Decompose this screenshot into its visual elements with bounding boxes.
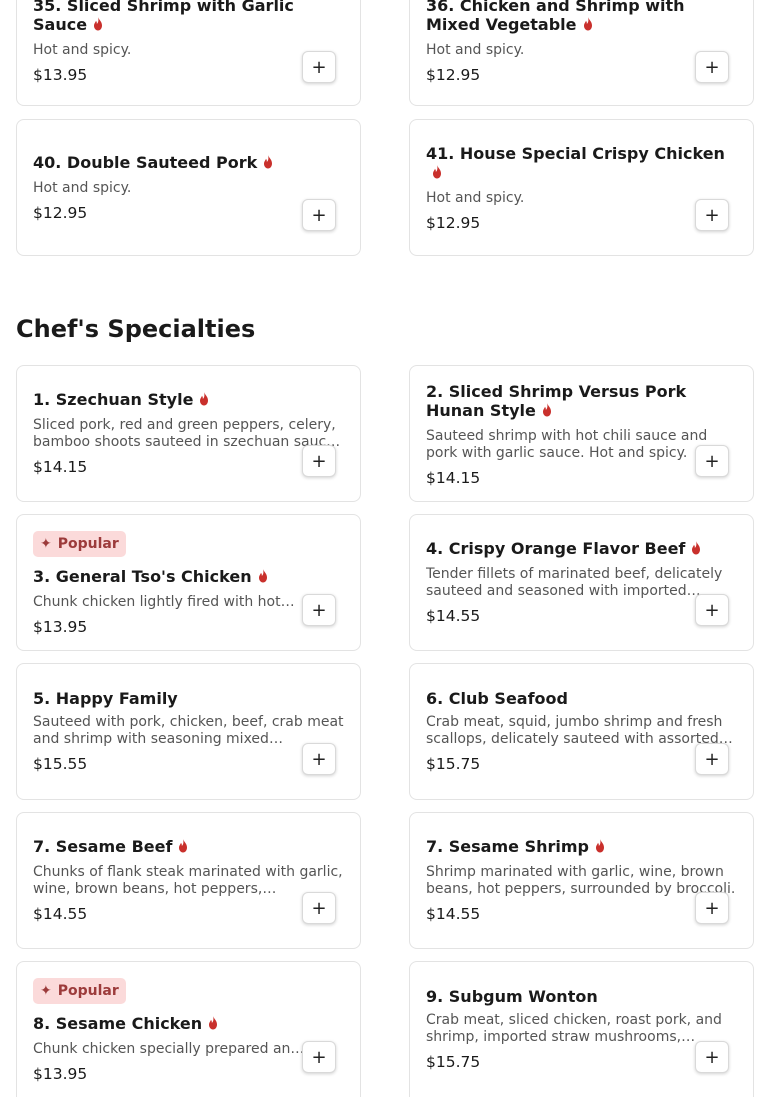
add-to-cart-button[interactable]: +: [302, 743, 336, 775]
popular-badge: ✦ Popular: [33, 531, 126, 557]
menu-item-description: Hot and spicy.: [33, 42, 132, 58]
menu-item-price: $12.95: [33, 204, 88, 222]
menu-item-card[interactable]: ✦ Popular 3. General Tso's Chicken Chunk …: [16, 514, 361, 651]
menu-item-description: Sliced pork, red and green peppers, cele…: [33, 417, 340, 450]
menu-item-card[interactable]: 6. Club Seafood Crab meat, squid, jumbo …: [409, 663, 754, 800]
menu-item-card[interactable]: 9. Subgum Wonton Crab meat, sliced chick…: [409, 961, 754, 1097]
menu-item-card[interactable]: 7. Sesame Beef Chunks of flank steak mar…: [16, 812, 361, 949]
spicy-icon: [595, 839, 604, 853]
menu-item-card[interactable]: 2. Sliced Shrimp Versus Pork Hunan Style…: [409, 365, 754, 502]
add-to-cart-button[interactable]: +: [695, 892, 729, 924]
menu-item-description: Hot and spicy.: [426, 190, 525, 206]
menu-item-description: Crab meat, sliced chicken, roast pork, a…: [426, 1012, 722, 1045]
menu-item-price: $13.95: [33, 618, 88, 636]
menu-item-price: $12.95: [426, 66, 481, 84]
menu-item-title: 4. Crispy Orange Flavor Beef: [426, 539, 737, 558]
menu-item-price: $14.55: [426, 607, 481, 625]
menu-item-title: 5. Happy Family: [33, 689, 178, 708]
menu-item-title: 36. Chicken and Shrimp with Mixed Vegeta…: [426, 0, 685, 34]
menu-item-price: $14.15: [426, 469, 481, 487]
menu-item-title: 8. Sesame Chicken: [33, 1014, 344, 1033]
spicy-icon: [433, 165, 441, 179]
menu-item-price: $13.95: [33, 1065, 88, 1083]
menu-item-title: 35. Sliced Shrimp with Garlic Sauce: [33, 0, 294, 34]
menu-item-card[interactable]: 4. Crispy Orange Flavor Beef Tender fill…: [409, 514, 754, 651]
add-to-cart-button[interactable]: +: [302, 199, 336, 231]
menu-item-description: Tender fillets of marinated beef, delica…: [426, 566, 723, 599]
add-to-cart-button[interactable]: +: [695, 199, 729, 231]
spicy-icon: [94, 17, 103, 31]
menu-item-title: 9. Subgum Wonton: [426, 987, 598, 1006]
menu-item-card[interactable]: ✦ Popular 8. Sesame Chicken Chunk chicken…: [16, 961, 361, 1097]
popular-icon: ✦: [40, 536, 52, 552]
popular-icon: ✦: [40, 983, 52, 999]
menu-item-card[interactable]: 7. Sesame Shrimp Shrimp marinated with g…: [409, 812, 754, 949]
menu-item-card[interactable]: 40. Double Sauteed Pork Hot and spicy. $…: [16, 119, 361, 256]
menu-item-description: Shrimp marinated with garlic, wine, brow…: [426, 864, 736, 897]
menu-item-title: 2. Sliced Shrimp Versus Pork Hunan Style: [426, 382, 687, 420]
menu-item-description: Chunks of flank steak marinated with gar…: [33, 864, 343, 897]
menu-item-card[interactable]: 1. Szechuan Style Sliced pork, red and g…: [16, 365, 361, 502]
menu-item-description: Chunk chicken lightly fired with hot bea…: [33, 594, 281, 610]
menu-item-card[interactable]: 36. Chicken and Shrimp with Mixed Vegeta…: [409, 0, 754, 106]
add-to-cart-button[interactable]: +: [302, 51, 336, 83]
menu-item-description: Sauteed with pork, chicken, beef, crab m…: [33, 714, 344, 747]
spicy-icon: [258, 569, 267, 583]
add-to-cart-button[interactable]: +: [695, 743, 729, 775]
menu-item-price: $15.75: [426, 755, 481, 773]
spicy-icon: [200, 392, 209, 406]
add-to-cart-button[interactable]: +: [695, 445, 729, 477]
menu-item-description: Chunk chicken specially prepared and sau…: [33, 1041, 300, 1057]
add-to-cart-button[interactable]: +: [695, 51, 729, 83]
menu-item-title: 1. Szechuan Style: [33, 390, 344, 409]
menu-item-title: 40. Double Sauteed Pork: [33, 153, 344, 172]
add-to-cart-button[interactable]: +: [302, 892, 336, 924]
menu-item-card[interactable]: 5. Happy Family Sauteed with pork, chick…: [16, 663, 361, 800]
menu-item-title: 41. House Special Crispy Chicken: [426, 144, 737, 182]
menu-item-description: Hot and spicy.: [33, 180, 132, 196]
spicy-icon: [179, 839, 188, 853]
menu-item-description: Crab meat, squid, jumbo shrimp and fresh…: [426, 714, 723, 747]
spicy-icon: [692, 541, 701, 555]
menu-item-title: 6. Club Seafood: [426, 689, 568, 708]
menu-item-price: $14.55: [33, 905, 88, 923]
spicy-icon: [209, 1016, 218, 1030]
menu-item-price: $15.75: [426, 1053, 481, 1071]
add-to-cart-button[interactable]: +: [302, 1041, 336, 1073]
menu-item-title: 7. Sesame Shrimp: [426, 837, 737, 856]
add-to-cart-button[interactable]: +: [695, 1041, 729, 1073]
menu-item-title: 7. Sesame Beef: [33, 837, 344, 856]
add-to-cart-button[interactable]: +: [695, 594, 729, 626]
add-to-cart-button[interactable]: +: [302, 594, 336, 626]
menu-item-price: $14.55: [426, 905, 481, 923]
section-title: Chef's Specialties: [16, 315, 256, 343]
spicy-icon: [542, 403, 551, 417]
menu-item-card[interactable]: 35. Sliced Shrimp with Garlic Sauce Hot …: [16, 0, 361, 106]
menu-item-price: $15.55: [33, 755, 88, 773]
menu-item-price: $14.15: [33, 458, 88, 476]
menu-item-description: Sauteed shrimp with hot chili sauce and …: [426, 428, 708, 461]
spicy-icon: [583, 17, 592, 31]
menu-item-price: $13.95: [33, 66, 88, 84]
spicy-icon: [264, 155, 273, 169]
add-to-cart-button[interactable]: +: [302, 445, 336, 477]
menu-item-description: Hot and spicy.: [426, 42, 525, 58]
menu-item-price: $12.95: [426, 214, 481, 232]
menu-item-title: 3. General Tso's Chicken: [33, 567, 344, 586]
popular-badge: ✦ Popular: [33, 978, 126, 1004]
menu-item-card[interactable]: 41. House Special Crispy Chicken Hot and…: [409, 119, 754, 256]
